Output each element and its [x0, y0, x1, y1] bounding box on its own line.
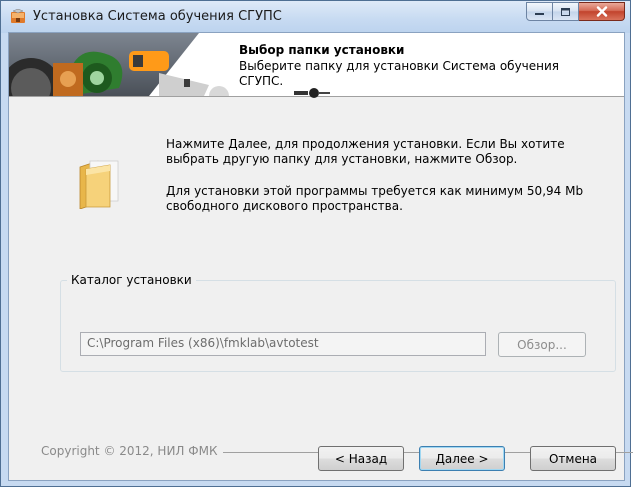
header-title: Выбор папки установки: [239, 43, 405, 57]
caption-buttons: [526, 2, 625, 22]
title-bar[interactable]: Установка Система обучения СГУПС: [1, 1, 630, 33]
minimize-icon: [535, 12, 544, 15]
cancel-button[interactable]: Отмена: [530, 446, 616, 471]
maximize-button[interactable]: [553, 2, 579, 21]
wizard-header: Выбор папки установки Выберите папку для…: [9, 33, 624, 98]
install-dir-group: [60, 280, 616, 372]
install-dir-label: Каталог установки: [67, 273, 196, 287]
next-button[interactable]: Далее >: [419, 446, 505, 471]
installer-icon: [11, 9, 25, 23]
banner-image: [9, 33, 234, 96]
back-button[interactable]: < Назад: [318, 446, 404, 471]
close-button[interactable]: [579, 2, 625, 21]
plug-icon: [294, 88, 330, 98]
window-title: Установка Система обучения СГУПС: [33, 9, 282, 24]
close-icon: [596, 6, 607, 17]
wizard-page: Выбор папки установки Выберите папку для…: [8, 32, 633, 481]
install-path-field[interactable]: C:\Program Files (x86)\fmklab\avtotest: [80, 332, 486, 356]
disk-space-paragraph: Для установки этой программы требуется к…: [166, 184, 584, 213]
browse-button[interactable]: Обзор...: [498, 332, 586, 357]
instructions-paragraph: Нажмите Далее, для продолжения установки…: [166, 137, 565, 166]
folder-icon: [79, 160, 119, 209]
header-subtitle: Выберите папку для установки Система обу…: [239, 59, 560, 88]
info-text: Нажмите Далее, для продолжения установки…: [166, 137, 606, 231]
copyright-text: Copyright © 2012, НИЛ ФМК: [41, 444, 224, 458]
installer-window: Установка Система обучения СГУПС Выбор п…: [0, 0, 633, 487]
minimize-button[interactable]: [526, 2, 553, 21]
maximize-icon: [561, 7, 570, 16]
